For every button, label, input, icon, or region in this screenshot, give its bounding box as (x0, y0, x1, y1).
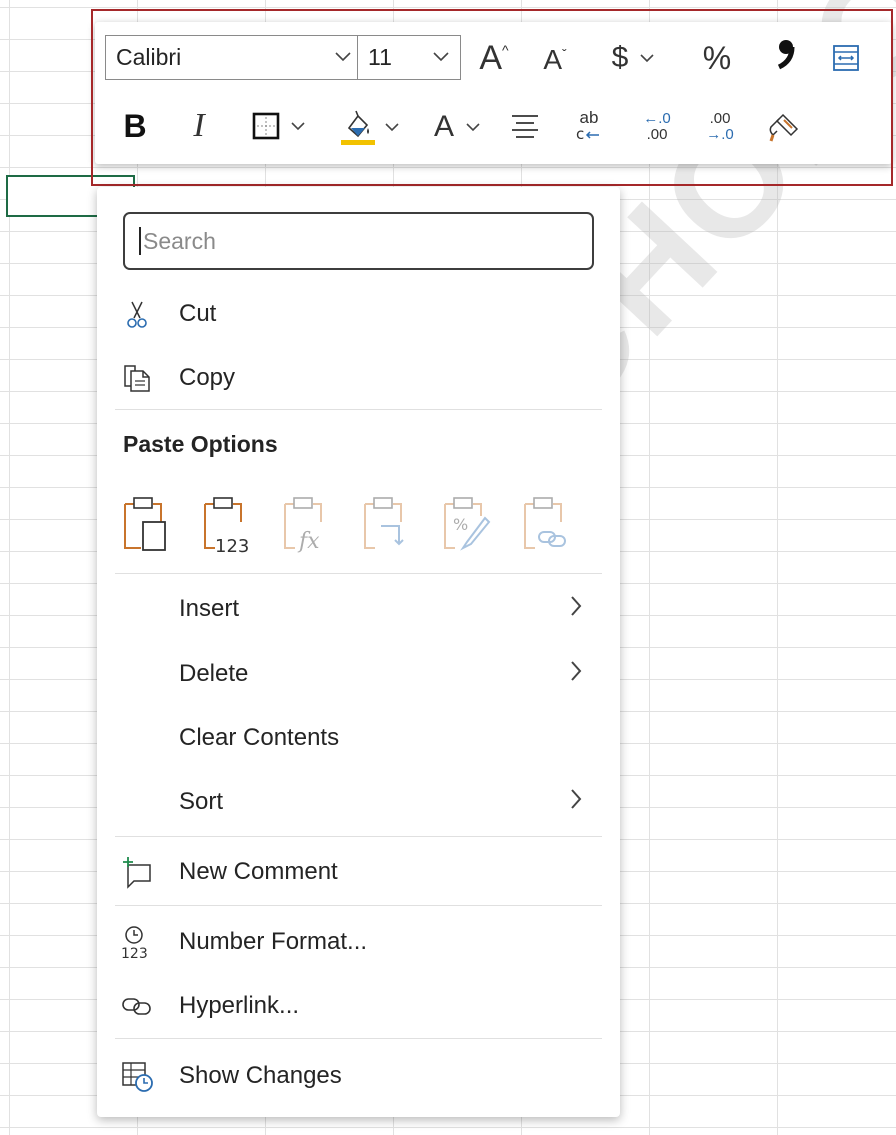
paste-values-button[interactable]: 123 (199, 492, 259, 557)
comma-icon (773, 36, 797, 81)
paste-transpose-icon (364, 497, 404, 549)
decrease-decimal-icon: ←.0 (643, 110, 671, 127)
svg-text:123: 123 (121, 946, 148, 959)
menu-item-show-changes[interactable]: Show Changes (97, 1047, 620, 1105)
percent-icon: % (702, 39, 732, 76)
paste-formatting-button[interactable]: % (439, 492, 499, 556)
menu-item-copy[interactable]: Copy (97, 349, 620, 407)
merge-cells-icon (833, 45, 859, 71)
menu-separator (115, 1038, 602, 1039)
menu-separator (115, 409, 602, 410)
chevron-right-icon (567, 593, 585, 626)
format-painter-icon (769, 113, 799, 142)
scissors-icon (119, 296, 155, 332)
wrap-arrow-icon: c (576, 126, 599, 142)
bold-button[interactable]: B (117, 104, 153, 148)
new-comment-icon (119, 854, 155, 890)
chevron-down-icon[interactable] (332, 45, 354, 73)
svg-text:c: c (576, 126, 584, 142)
currency-format-button[interactable]: $ (604, 38, 664, 78)
increase-font-size-button[interactable]: A ^ (472, 38, 516, 78)
paste-formulas-button[interactable]: fx (279, 492, 339, 556)
context-menu: Search Cut Copy Paste Options 123 fx % I… (97, 187, 620, 1117)
menu-item-sort[interactable]: Sort (97, 773, 620, 831)
format-painter-button[interactable] (763, 106, 807, 148)
italic-button[interactable]: I (181, 104, 217, 148)
paste-formatting-icon: % (444, 497, 491, 551)
fill-color-button[interactable] (331, 106, 409, 148)
chevron-right-icon (567, 786, 585, 819)
currency-icon: $ (611, 41, 629, 74)
paste-values-icon: 123 (204, 497, 249, 557)
copy-icon (119, 360, 155, 396)
paste-clipboard-icon (124, 497, 166, 551)
chevron-down-icon[interactable] (383, 118, 401, 136)
wrap-text-icon: ab (579, 108, 599, 127)
italic-icon: I (193, 107, 205, 144)
mini-toolbar: Calibri 11 A ^ Aˇ $ % B I A ab c ←.0 .00… (95, 22, 892, 164)
borders-button[interactable] (241, 108, 317, 144)
font-size-box[interactable]: 11 (357, 35, 461, 80)
percent-style-button[interactable]: % (693, 38, 741, 78)
paste-link-button[interactable] (519, 492, 579, 556)
merge-center-button[interactable] (828, 40, 864, 76)
chevron-down-icon[interactable] (464, 118, 482, 136)
menu-item-cut[interactable]: Cut (97, 285, 620, 343)
borders-icon (252, 112, 280, 140)
search-input[interactable]: Search (123, 212, 594, 270)
menu-item-clear-contents[interactable]: Clear Contents (97, 709, 620, 767)
show-changes-icon (119, 1058, 155, 1094)
number-format-icon: 123 (119, 924, 155, 960)
decrease-font-size-button[interactable]: Aˇ (535, 40, 575, 80)
search-placeholder: Search (143, 227, 216, 254)
menu-item-number-format[interactable]: 123 Number Format... (97, 913, 620, 971)
chevron-down-icon[interactable] (430, 45, 452, 73)
menu-item-insert[interactable]: Insert (97, 580, 620, 638)
fill-bucket-icon (341, 110, 375, 145)
paste-formulas-icon: fx (284, 497, 322, 554)
paste-button[interactable] (119, 492, 179, 556)
paste-transpose-button[interactable] (359, 492, 419, 556)
comma-style-button[interactable] (765, 36, 805, 80)
svg-text:123: 123 (215, 536, 249, 556)
font-color-button[interactable]: A (425, 106, 491, 148)
increase-decimal-icon: .00 (709, 110, 731, 127)
increase-decimal-button[interactable]: .00 →.0 (698, 106, 742, 148)
chevron-right-icon (567, 658, 585, 691)
svg-text:%: % (453, 515, 468, 534)
decrease-font-icon: A (543, 44, 562, 75)
menu-separator (115, 905, 602, 906)
increase-font-icon: A (479, 38, 503, 77)
menu-separator (115, 573, 602, 574)
font-name-value: Calibri (116, 44, 182, 70)
link-icon (119, 988, 155, 1024)
paste-link-icon (524, 497, 566, 549)
menu-item-new-comment[interactable]: New Comment (97, 843, 620, 901)
wrap-text-button[interactable]: ab c (567, 106, 611, 146)
font-size-value: 11 (368, 44, 392, 70)
align-center-icon (512, 115, 538, 138)
decrease-decimal-button[interactable]: ←.0 .00 (635, 106, 679, 148)
paste-options-heading: Paste Options (123, 431, 278, 457)
font-color-icon: A (433, 110, 454, 143)
chevron-down-icon[interactable] (289, 117, 307, 135)
menu-separator (115, 836, 602, 837)
svg-text:fx: fx (297, 529, 320, 554)
chevron-down-icon[interactable] (638, 49, 656, 67)
menu-item-hyperlink[interactable]: Hyperlink... (97, 977, 620, 1035)
font-name-box[interactable]: Calibri (105, 35, 357, 80)
bold-icon: B (123, 107, 147, 144)
menu-item-delete[interactable]: Delete (97, 645, 620, 703)
center-align-button[interactable] (505, 108, 545, 144)
